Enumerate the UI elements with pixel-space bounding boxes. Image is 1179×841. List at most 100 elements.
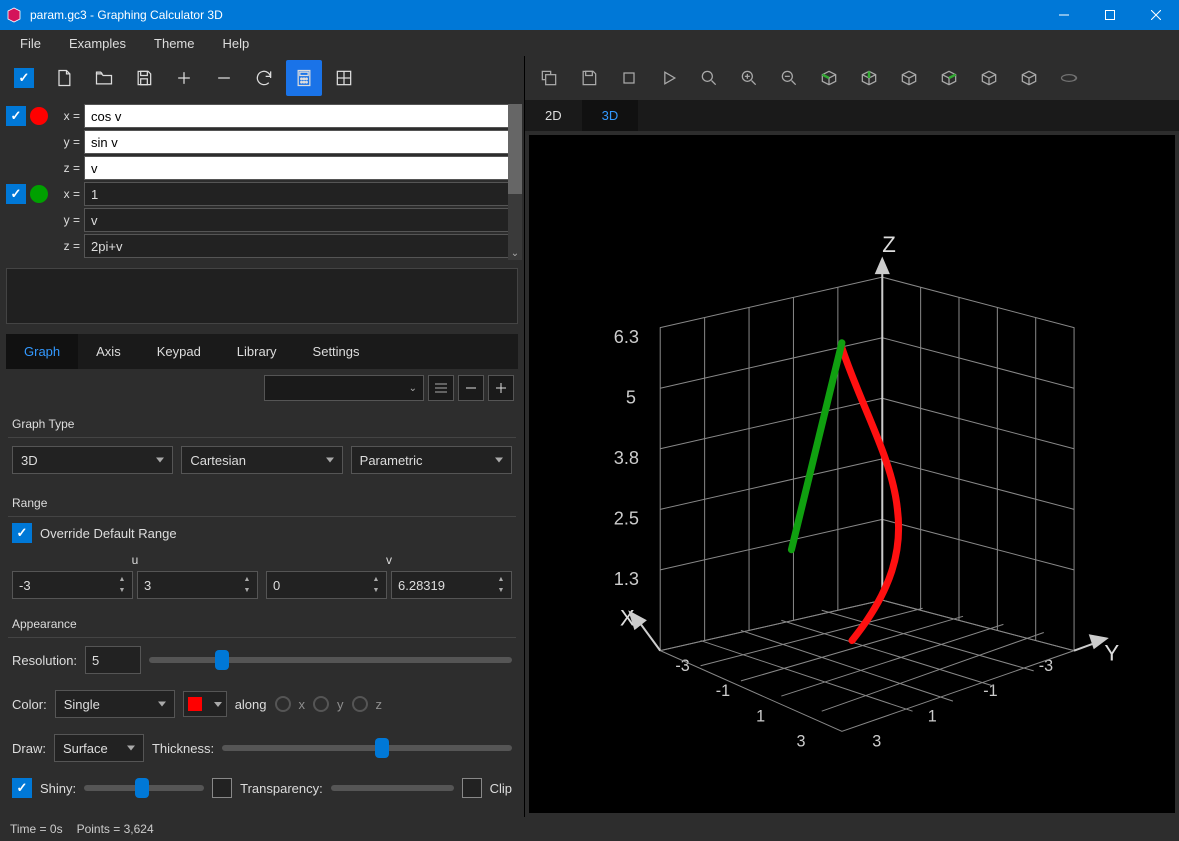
equation-row: y = (6, 208, 518, 232)
calculator-button[interactable] (286, 60, 322, 96)
rotate-icon[interactable] (1051, 60, 1087, 96)
view-cube-5-icon[interactable] (971, 60, 1007, 96)
dimension-select[interactable]: 3D (12, 446, 173, 474)
transparency-checkbox[interactable] (212, 778, 232, 798)
status-points: Points = 3,624 (77, 822, 154, 836)
chevron-down-icon[interactable]: ⌄ (508, 246, 522, 260)
minus-icon[interactable] (458, 375, 484, 401)
function-type-select[interactable]: Parametric (351, 446, 512, 474)
zoom-in-icon[interactable] (731, 60, 767, 96)
equation-color-dot[interactable] (30, 107, 48, 125)
zoom-icon[interactable] (691, 60, 727, 96)
svg-text:6.3: 6.3 (614, 327, 639, 347)
equation-visible-checkbox[interactable] (6, 106, 26, 126)
save-button[interactable] (126, 60, 162, 96)
along-y-radio[interactable] (313, 696, 329, 712)
3d-viewport[interactable]: Z X Y 6.3 5 3.8 2.5 1.3 -3 -1 1 3 3 1 -1… (529, 135, 1175, 813)
new-file-button[interactable] (46, 60, 82, 96)
transparency-label: Transparency: (240, 781, 323, 796)
svg-text:1: 1 (928, 707, 937, 725)
open-file-button[interactable] (86, 60, 122, 96)
color-picker[interactable] (183, 691, 227, 717)
equation-row: x = (6, 182, 518, 206)
copy-icon[interactable] (531, 60, 567, 96)
equation-visible-checkbox[interactable] (6, 184, 26, 204)
remove-button[interactable] (206, 60, 242, 96)
view-cube-2-icon[interactable] (851, 60, 887, 96)
left-toolbar (0, 56, 524, 100)
override-range-label: Override Default Range (40, 526, 177, 541)
equation-color-dot[interactable] (30, 185, 48, 203)
equation-input-z[interactable] (84, 156, 518, 180)
equation-row: x = (6, 104, 518, 128)
graph-preset-select[interactable]: ⌄ (264, 375, 424, 401)
equation-scrollbar[interactable]: ⌄ (508, 104, 522, 260)
menu-help[interactable]: Help (209, 32, 264, 55)
list-icon[interactable] (428, 375, 454, 401)
equation-input-y[interactable] (84, 130, 518, 154)
v-max-input[interactable]: 6.28319▲▼ (391, 571, 512, 599)
graph-subtoolbar: ⌄ (0, 369, 524, 407)
minimize-button[interactable] (1041, 0, 1087, 30)
along-x-radio[interactable] (275, 696, 291, 712)
tab-axis[interactable]: Axis (78, 334, 139, 369)
equation-input-x[interactable] (84, 182, 518, 206)
tab-keypad[interactable]: Keypad (139, 334, 219, 369)
u-label: u (12, 553, 258, 567)
along-z-radio[interactable] (352, 696, 368, 712)
shiny-checkbox[interactable] (12, 778, 32, 798)
view-cube-3-icon[interactable] (891, 60, 927, 96)
tab-2d[interactable]: 2D (525, 100, 582, 131)
color-label: Color: (12, 697, 47, 712)
view-cube-1-icon[interactable] (811, 60, 847, 96)
tab-graph[interactable]: Graph (6, 334, 78, 369)
equation-input-y[interactable] (84, 208, 518, 232)
equation-row: z = (6, 156, 518, 180)
clip-checkbox[interactable] (462, 778, 482, 798)
menu-file[interactable]: File (6, 32, 55, 55)
thickness-slider[interactable] (222, 745, 512, 751)
stop-icon[interactable] (611, 60, 647, 96)
appearance-panel: Appearance Resolution: 5 Color: Single a… (8, 611, 516, 806)
close-button[interactable] (1133, 0, 1179, 30)
save-image-icon[interactable] (571, 60, 607, 96)
override-range-checkbox[interactable] (12, 523, 32, 543)
grid-button[interactable] (326, 60, 362, 96)
var-label: y = (52, 213, 80, 227)
menu-examples[interactable]: Examples (55, 32, 140, 55)
expression-output (6, 268, 518, 324)
plus-icon[interactable] (488, 375, 514, 401)
add-button[interactable] (166, 60, 202, 96)
transparency-slider[interactable] (331, 785, 454, 791)
maximize-button[interactable] (1087, 0, 1133, 30)
draw-label: Draw: (12, 741, 46, 756)
tab-3d[interactable]: 3D (582, 100, 639, 131)
tab-settings[interactable]: Settings (295, 334, 378, 369)
panel-header: Appearance (8, 611, 516, 638)
color-mode-select[interactable]: Single (55, 690, 175, 718)
tab-library[interactable]: Library (219, 334, 295, 369)
draw-mode-select[interactable]: Surface (54, 734, 144, 762)
view-cube-6-icon[interactable] (1011, 60, 1047, 96)
window-title: param.gc3 - Graphing Calculator 3D (30, 8, 1041, 22)
coordinate-select[interactable]: Cartesian (181, 446, 342, 474)
menu-theme[interactable]: Theme (140, 32, 208, 55)
equation-input-x[interactable] (84, 104, 518, 128)
toggle-all-checkbox[interactable] (6, 60, 42, 96)
u-max-input[interactable]: 3▲▼ (137, 571, 258, 599)
panel-header: Range (8, 490, 516, 517)
view-cube-4-icon[interactable] (931, 60, 967, 96)
u-min-input[interactable]: -3▲▼ (12, 571, 133, 599)
equation-input-z[interactable] (84, 234, 518, 258)
resolution-input[interactable]: 5 (85, 646, 141, 674)
view-tabs: 2D 3D (525, 100, 1179, 131)
resolution-slider[interactable] (149, 657, 512, 663)
right-toolbar (525, 56, 1179, 100)
thickness-label: Thickness: (152, 741, 214, 756)
zoom-out-icon[interactable] (771, 60, 807, 96)
v-min-input[interactable]: 0▲▼ (266, 571, 387, 599)
var-label: y = (52, 135, 80, 149)
shiny-slider[interactable] (84, 785, 204, 791)
play-icon[interactable] (651, 60, 687, 96)
refresh-button[interactable] (246, 60, 282, 96)
